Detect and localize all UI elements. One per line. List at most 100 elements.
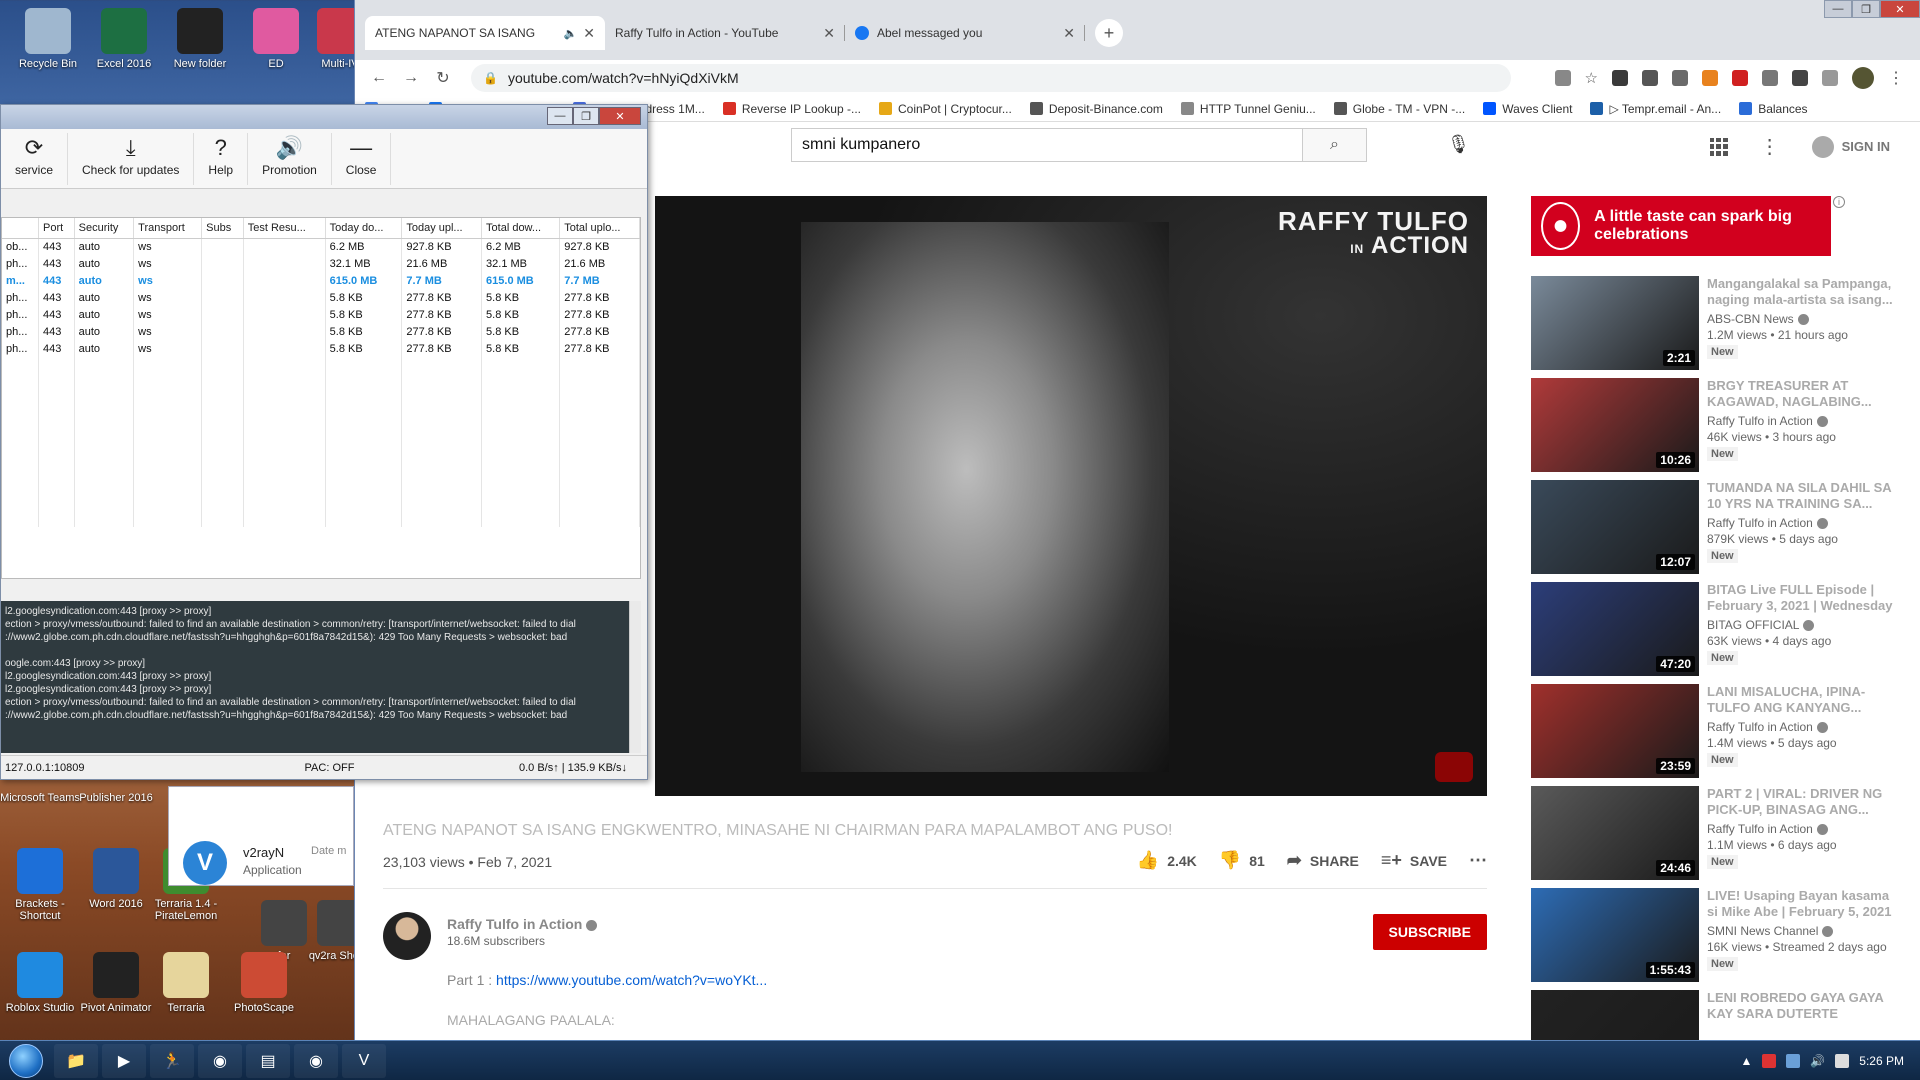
volume-icon[interactable]: 🔊: [1810, 1054, 1825, 1068]
bookmark-item[interactable]: Balances: [1739, 102, 1808, 116]
bookmark-item[interactable]: ▷ Tempr.email - An...: [1590, 102, 1721, 116]
recommendation-title[interactable]: BITAG Live FULL Episode | February 3, 20…: [1707, 582, 1901, 614]
search-input[interactable]: smni kumpanero: [792, 129, 1302, 161]
toolbar-button-4[interactable]: — Close: [332, 132, 392, 185]
column-header[interactable]: Security: [74, 218, 135, 239]
channel-avatar[interactable]: [383, 912, 431, 960]
video-thumbnail[interactable]: 12:07: [1531, 480, 1699, 574]
maximize-button[interactable]: ❐: [573, 107, 599, 125]
desktop-icon[interactable]: Word 2016: [76, 848, 156, 910]
like-button[interactable]: 👍 2.4K: [1137, 850, 1197, 871]
column-header[interactable]: Transport: [133, 218, 203, 239]
desktop-icon[interactable]: Pivot Animator: [76, 952, 156, 1014]
toolbar-button-1[interactable]: ⤓ Check for updates: [68, 132, 195, 185]
search-button[interactable]: ⌕: [1302, 129, 1366, 161]
column-header[interactable]: Subs: [201, 218, 244, 239]
description-link[interactable]: https://www.youtube.com/watch?v=woYKt...: [496, 972, 767, 988]
extension-icon[interactable]: [1762, 70, 1778, 86]
chrome-icon[interactable]: ◉: [198, 1043, 242, 1078]
toolbar-button-0[interactable]: ⟳ service: [1, 132, 69, 185]
toolbar-button-2[interactable]: ? Help: [194, 132, 249, 185]
desktop-icon[interactable]: Brackets - Shortcut: [0, 848, 80, 922]
clock[interactable]: 5:26 PM: [1859, 1054, 1904, 1068]
tab-0[interactable]: ATENG NAPANOT SA ISANG 🔈 ✕: [365, 16, 605, 150]
bookmark-item[interactable]: HTTP Tunnel Geniu...: [1180, 102, 1316, 116]
close-tab-icon[interactable]: ✕: [823, 25, 835, 42]
save-button[interactable]: ≡+ SAVE: [1381, 850, 1447, 871]
server-row[interactable]: m... 443 auto ws 615.0 MB 7.7 MB 615.0 MB 7.7 M…: [2, 272, 640, 289]
video-player[interactable]: RAFFY TULFO IN ACTION: [655, 196, 1487, 796]
desktop-icon[interactable]: New folder: [160, 8, 240, 70]
recommendation-item[interactable]: 1:55:43 LIVE! Usaping Bayan kasama si Mik…: [1531, 888, 1901, 990]
recommendation-item[interactable]: 10:26 BRGY TREASURER AT KAGAWAD, NAGLABIN…: [1531, 378, 1901, 480]
server-row[interactable]: ph... 443 auto ws 32.1 MB 21.6 MB 32.1 MB 21.6 …: [2, 255, 640, 272]
server-row[interactable]: ph... 443 auto ws 5.8 KB 277.8 KB 5.8 KB 277.8 …: [2, 323, 640, 340]
recommendation-item[interactable]: 47:20 BITAG Live FULL Episode | February …: [1531, 582, 1901, 684]
recommendation-title[interactable]: LENI ROBREDO GAYA GAYA KAY SARA DUTERTE: [1707, 990, 1901, 1022]
pac-status[interactable]: PAC: OFF: [305, 762, 355, 774]
desktop-icon[interactable]: Publisher 2016: [76, 792, 156, 804]
reading-list-icon[interactable]: [1822, 70, 1838, 86]
extension-icon[interactable]: [1612, 70, 1628, 86]
toolbar-button-3[interactable]: 🔊 Promotion: [248, 132, 332, 185]
subscribe-button[interactable]: SUBSCRIBE: [1372, 914, 1487, 950]
share-button[interactable]: ➦ SHARE: [1287, 850, 1359, 871]
desktop-icon[interactable]: Microsoft Teams: [0, 792, 80, 804]
extension-icon[interactable]: [1732, 70, 1748, 86]
install-icon[interactable]: [1554, 70, 1571, 86]
recommendation-item[interactable]: 24:46 PART 2 | VIRAL: DRIVER NG PICK-UP, …: [1531, 786, 1901, 888]
v2rayn-app-icon[interactable]: V: [183, 841, 227, 885]
recommendation-title[interactable]: PART 2 | VIRAL: DRIVER NG PICK-UP, BINAS…: [1707, 786, 1901, 818]
recommendation-channel[interactable]: Raffy Tulfo in Action: [1707, 516, 1901, 530]
maximize-button[interactable]: ❐: [1852, 0, 1880, 18]
extension-icon[interactable]: [1672, 70, 1688, 86]
v2rayn-icon[interactable]: V: [342, 1043, 386, 1078]
recommendation-channel[interactable]: Raffy Tulfo in Action: [1707, 720, 1901, 734]
media-player-icon[interactable]: ▶: [102, 1043, 146, 1078]
tray-arrow-icon[interactable]: ▲: [1740, 1054, 1752, 1068]
start-button[interactable]: [0, 1041, 52, 1080]
settings-kebab-icon[interactable]: ⋮: [1760, 134, 1780, 159]
recommendation-title[interactable]: LANI MISALUCHA, IPINA-TULFO ANG KANYANG.…: [1707, 684, 1901, 716]
recommendation-item[interactable]: 12:07 TUMANDA NA SILA DAHIL SA 10 YRS NA …: [1531, 480, 1901, 582]
video-thumbnail[interactable]: 24:46: [1531, 786, 1699, 880]
video-thumbnail[interactable]: 23:59: [1531, 684, 1699, 778]
new-tab-button[interactable]: +: [1095, 19, 1123, 47]
video-thumbnail[interactable]: 1:55:43: [1531, 888, 1699, 982]
bookmark-star-icon[interactable]: ☆: [1585, 69, 1598, 87]
server-row[interactable]: ph... 443 auto ws 5.8 KB 277.8 KB 5.8 KB 277.8 …: [2, 340, 640, 357]
profile-avatar[interactable]: [1852, 67, 1874, 89]
reload-button[interactable]: ↻: [429, 64, 457, 92]
notes-icon[interactable]: ▤: [246, 1043, 290, 1078]
menu-kebab-icon[interactable]: ⋮: [1888, 68, 1904, 88]
bookmark-item[interactable]: Globe - TM - VPN -...: [1333, 102, 1465, 116]
sign-in-button[interactable]: SIGN IN: [1811, 135, 1890, 158]
desktop-icon[interactable]: Roblox Studio: [0, 952, 80, 1014]
metamask-icon[interactable]: [1702, 70, 1718, 86]
server-row[interactable]: ph... 443 auto ws 5.8 KB 277.8 KB 5.8 KB 277.8 …: [2, 289, 640, 306]
close-window-button[interactable]: ✕: [1880, 0, 1920, 18]
channel-name[interactable]: Raffy Tulfo in Action: [447, 916, 598, 932]
minimize-button[interactable]: —: [547, 107, 573, 125]
bookmark-item[interactable]: Deposit-Binance.com: [1029, 102, 1163, 116]
column-header[interactable]: Port: [38, 218, 75, 239]
forward-button[interactable]: →: [397, 64, 425, 92]
mic-icon[interactable]: 🎙: [1447, 134, 1470, 155]
video-thumbnail[interactable]: 2:21: [1531, 276, 1699, 370]
desktop-icon[interactable]: Terraria: [146, 952, 226, 1014]
column-header[interactable]: Today upl...: [401, 218, 483, 239]
bookmark-item[interactable]: Waves Client: [1483, 102, 1572, 116]
bookmark-item[interactable]: Reverse IP Lookup -...: [722, 102, 861, 116]
youtube-watermark-icon[interactable]: [1435, 752, 1473, 782]
column-header[interactable]: Total dow...: [481, 218, 561, 239]
extension-icon[interactable]: [1642, 70, 1658, 86]
v2rayn-tray-icon[interactable]: [1762, 1053, 1777, 1068]
column-header[interactable]: Total uplo...: [559, 218, 640, 239]
network-icon[interactable]: [1835, 1053, 1850, 1068]
desktop-icon[interactable]: Recycle Bin: [8, 8, 88, 70]
desktop-icon[interactable]: PhotoScape: [224, 952, 304, 1014]
more-actions-button[interactable]: ⋯: [1469, 850, 1487, 871]
ad-info-icon[interactable]: i: [1833, 196, 1845, 208]
server-row[interactable]: ph... 443 auto ws 5.8 KB 277.8 KB 5.8 KB 277.8 …: [2, 306, 640, 323]
dislike-button[interactable]: 👎 81: [1219, 850, 1265, 871]
